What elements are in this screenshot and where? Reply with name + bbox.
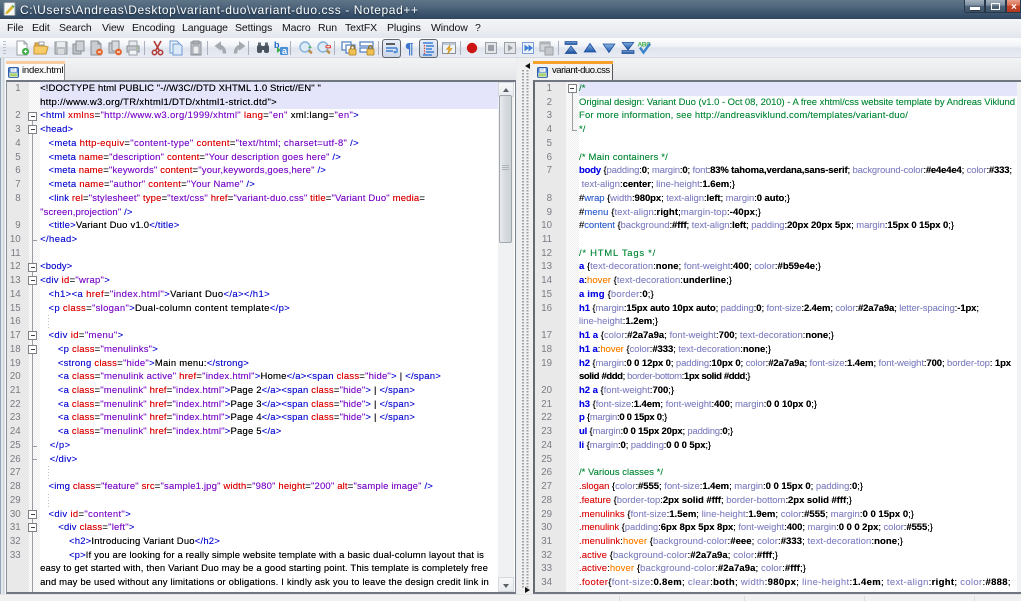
svg-text:¶: ¶ (405, 41, 414, 57)
